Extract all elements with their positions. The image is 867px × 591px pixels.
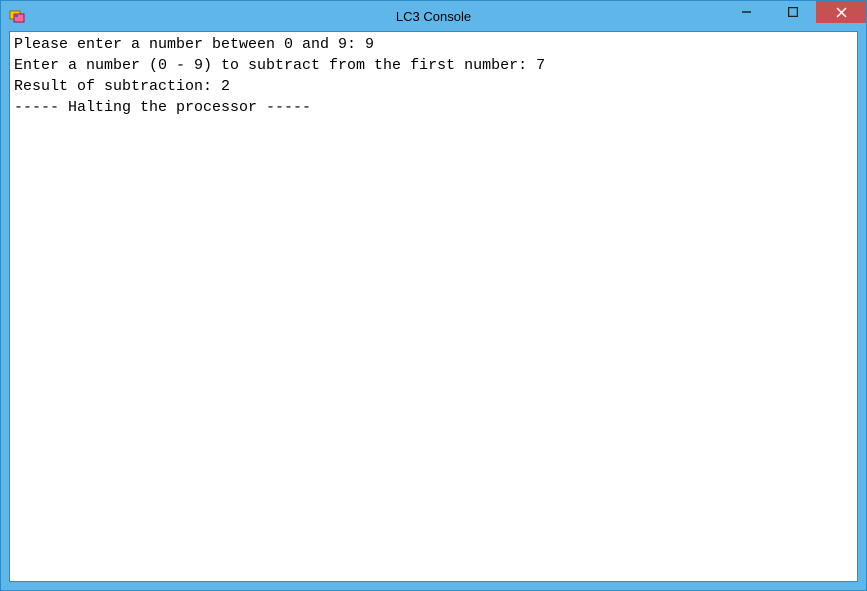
minimize-button[interactable] [724,1,770,23]
window-controls [724,1,866,31]
close-button[interactable] [816,1,866,23]
console-line: ----- Halting the processor ----- [14,97,853,118]
maximize-button[interactable] [770,1,816,23]
console-line: Please enter a number between 0 and 9: 9 [14,34,853,55]
titlebar[interactable]: LC3 Console [1,1,866,31]
window-title: LC3 Console [396,9,471,24]
app-window: LC3 Console Please enter a number betwee… [0,0,867,591]
console-line: Enter a number (0 - 9) to subtract from … [14,55,853,76]
console-line: Result of subtraction: 2 [14,76,853,97]
console-output[interactable]: Please enter a number between 0 and 9: 9… [9,31,858,582]
app-icon [9,8,25,24]
